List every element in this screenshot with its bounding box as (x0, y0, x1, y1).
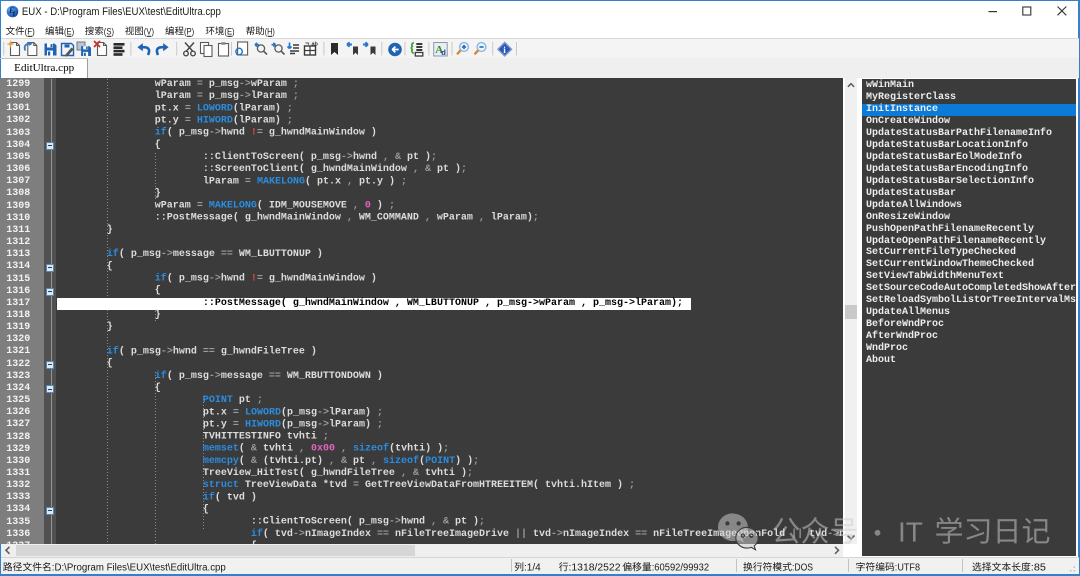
svg-text:EUX - D:\Program Files\EUX\tes: EUX - D:\Program Files\EUX\test\EditUltr… (22, 6, 221, 18)
svg-text:d: d (441, 48, 446, 57)
svg-text:(V): (V) (144, 26, 154, 37)
svg-text::1/4: :1/4 (524, 562, 541, 573)
svg-text:(P): (P) (184, 26, 194, 37)
svg-text:(E): (E) (224, 26, 234, 37)
svg-text:(S): (S) (104, 26, 114, 37)
svg-text:ab: ab (312, 41, 319, 47)
svg-text:IT: IT (898, 517, 923, 548)
svg-text:(H): (H) (265, 26, 275, 37)
svg-text::85: :85 (1031, 562, 1047, 573)
svg-text::60592/99932: :60592/99932 (652, 562, 710, 573)
svg-text::1318/2522: :1318/2522 (569, 562, 621, 573)
svg-text::DOS: :DOS (792, 562, 813, 573)
svg-text:(F): (F) (25, 26, 35, 37)
svg-text::D:\Program Files\EUX\test\Edi: :D:\Program Files\EUX\test\EditUltra.cpp (52, 562, 226, 573)
svg-text::UTF8: :UTF8 (895, 562, 921, 573)
svg-text:(E): (E) (64, 26, 74, 37)
svg-text:EditUltra.cpp: EditUltra.cpp (14, 63, 74, 74)
